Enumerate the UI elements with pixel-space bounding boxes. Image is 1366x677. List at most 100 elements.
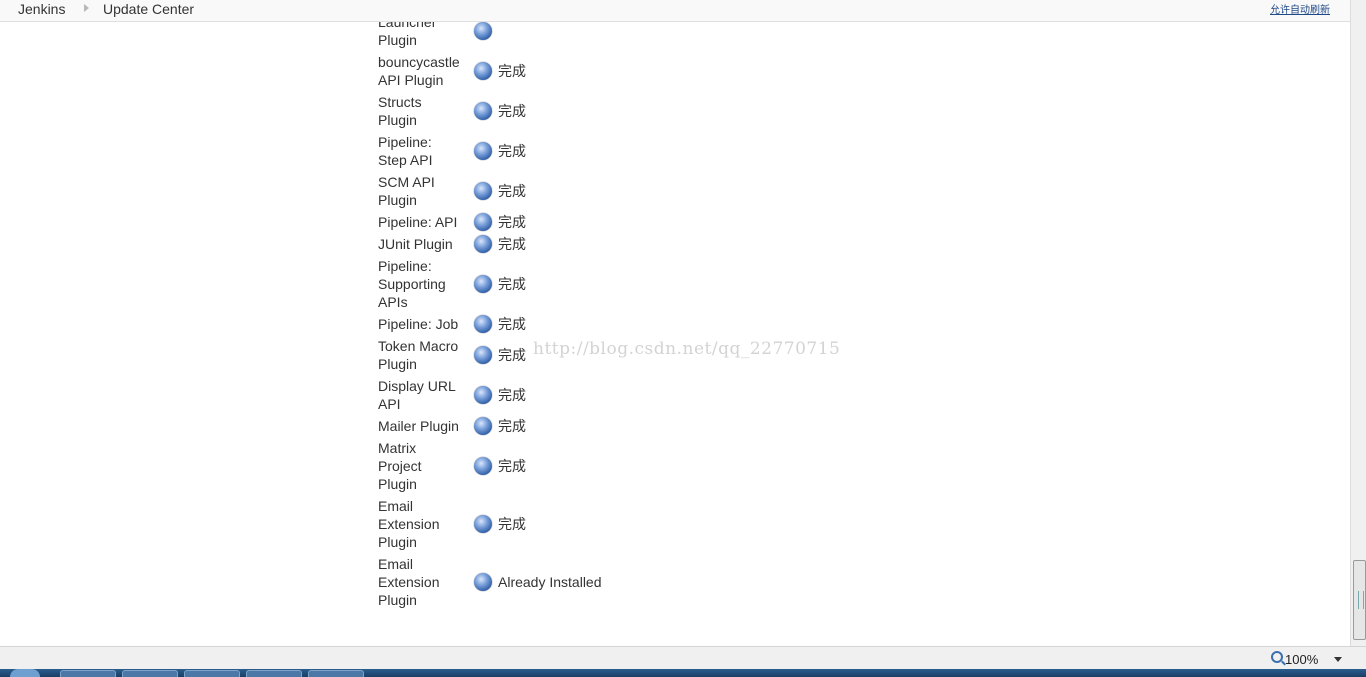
install-status: 完成	[498, 347, 526, 363]
zoom-level[interactable]: 100%	[1285, 652, 1318, 667]
taskbar-button[interactable]	[122, 670, 178, 677]
status-ball-icon	[474, 275, 492, 293]
plugin-name-line: Pipeline:	[378, 134, 432, 150]
plugin-row: Display URL API 完成	[370, 377, 670, 417]
plugin-name-line: Plugin	[378, 192, 417, 208]
plugin-name-line: Display URL	[378, 378, 456, 394]
install-status: 完成	[498, 214, 526, 230]
breadcrumb-update-center-link[interactable]: Update Center	[103, 1, 194, 17]
watermark: http://blog.csdn.net/qq_22770715	[533, 339, 841, 359]
plugin-name-line: Supporting	[378, 276, 446, 292]
taskbar-button[interactable]	[308, 670, 364, 677]
scrollbar-grip-icon	[1358, 591, 1364, 609]
plugin-name-line: Email	[378, 498, 414, 514]
plugin-name-line: Token Macro	[378, 338, 459, 354]
plugin-row: Pipeline: Step API 完成	[370, 133, 670, 173]
plugin-name: Email Extension Plugin	[378, 555, 462, 609]
plugin-name-line: Plugin	[378, 592, 417, 608]
status-ball-icon	[474, 213, 492, 231]
scrollbar-thumb[interactable]	[1353, 560, 1366, 640]
breadcrumb: Jenkins Update Center 允许自动刷新	[0, 0, 1350, 22]
install-status: 完成	[498, 418, 526, 434]
plugin-name: Matrix Project Plugin	[378, 439, 462, 493]
plugin-name-line: Email	[378, 556, 414, 572]
plugin-name: JUnit Plugin	[378, 235, 462, 253]
plugin-name-line: Extension	[378, 516, 440, 532]
plugin-name: Launcher Plugin	[378, 22, 462, 49]
vertical-scrollbar[interactable]	[1350, 0, 1366, 646]
plugin-name-line: Step API	[378, 152, 433, 168]
plugin-name-line: bouncycastle	[378, 54, 460, 70]
install-status: 完成	[498, 387, 526, 403]
plugin-name: bouncycastle API Plugin	[378, 53, 462, 89]
plugin-name: Pipeline: Job	[378, 315, 462, 333]
plugin-row: Pipeline: Job 完成	[370, 315, 670, 337]
status-ball-icon	[474, 22, 492, 40]
plugin-name-line: Extension	[378, 574, 440, 590]
plugin-row: Structs Plugin 完成	[370, 93, 670, 133]
plugin-name-line: API Plugin	[378, 72, 444, 88]
auto-refresh-link[interactable]: 允许自动刷新	[1270, 3, 1330, 19]
status-ball-icon	[474, 386, 492, 404]
plugin-row: JUnit Plugin 完成	[370, 235, 670, 257]
plugin-row: bouncycastle API Plugin 完成	[370, 53, 670, 93]
status-ball-icon	[474, 182, 492, 200]
plugin-row: Mailer Plugin 完成	[370, 417, 670, 439]
install-status: 完成	[498, 458, 526, 474]
plugin-name-line: Mailer Plugin	[378, 418, 459, 434]
plugin-name-line: Plugin	[378, 534, 417, 550]
install-status: 完成	[498, 103, 526, 119]
install-status: 完成	[498, 236, 526, 252]
taskbar-button[interactable]	[246, 670, 302, 677]
status-ball-icon	[474, 515, 492, 533]
zoom-dropdown-icon[interactable]	[1334, 657, 1342, 662]
plugin-name-line: Plugin	[378, 356, 417, 372]
plugin-name: Pipeline: Step API	[378, 133, 462, 169]
plugin-row: Pipeline: Supporting APIs 完成	[370, 257, 670, 315]
install-status: 完成	[498, 183, 526, 199]
plugin-name: Display URL API	[378, 377, 462, 413]
plugin-name-line: APIs	[378, 294, 408, 310]
status-ball-icon	[474, 573, 492, 591]
browser-status-bar: 100%	[0, 646, 1366, 670]
start-button[interactable]	[10, 669, 40, 677]
plugin-row: Email Extension Plugin 完成	[370, 497, 670, 555]
status-ball-icon	[474, 417, 492, 435]
plugin-name-line: Project	[378, 458, 422, 474]
os-taskbar	[0, 669, 1366, 677]
plugin-name-line: Plugin	[378, 112, 417, 128]
install-status: 完成	[498, 316, 526, 332]
status-ball-icon	[474, 346, 492, 364]
plugin-name: Structs Plugin	[378, 93, 462, 129]
plugin-name-line: Launcher	[378, 22, 437, 30]
plugin-name: Pipeline: Supporting APIs	[378, 257, 462, 311]
breadcrumb-jenkins-link[interactable]: Jenkins	[18, 1, 65, 17]
plugin-row: Pipeline: API 完成	[370, 213, 670, 235]
install-status: Already Installed	[498, 574, 602, 590]
plugin-name: SCM API Plugin	[378, 173, 462, 209]
plugin-name: Pipeline: API	[378, 213, 462, 231]
plugin-name-line: Plugin	[378, 32, 417, 48]
plugin-name-line: Pipeline: Job	[378, 316, 459, 332]
plugin-row: Matrix Project Plugin 完成	[370, 439, 670, 497]
plugin-row: Email Extension Plugin Already Installed	[370, 555, 670, 613]
install-status: 完成	[498, 276, 526, 292]
install-status: 完成	[498, 63, 526, 79]
plugin-name-line: JUnit Plugin	[378, 236, 453, 252]
browser-viewport: Jenkins Update Center 允许自动刷新 Launcher Plu…	[0, 0, 1366, 677]
plugin-row: SCM API Plugin 完成	[370, 173, 670, 213]
status-ball-icon	[474, 235, 492, 253]
status-ball-icon	[474, 102, 492, 120]
plugin-name-line: API	[378, 396, 401, 412]
plugin-name-line: Matrix	[378, 440, 417, 456]
install-status: 完成	[498, 516, 526, 532]
zoom-icon[interactable]	[1271, 651, 1283, 663]
breadcrumb-separator-icon	[84, 4, 89, 12]
plugin-name: Email Extension Plugin	[378, 497, 462, 551]
status-ball-icon	[474, 315, 492, 333]
plugin-name-line: Pipeline: API	[378, 214, 458, 230]
taskbar-button[interactable]	[184, 670, 240, 677]
install-progress-list: Launcher Plugin bouncycastle API Plugin 完成 St…	[0, 22, 1350, 646]
plugin-name-line: SCM API	[378, 174, 435, 190]
taskbar-button[interactable]	[60, 670, 116, 677]
